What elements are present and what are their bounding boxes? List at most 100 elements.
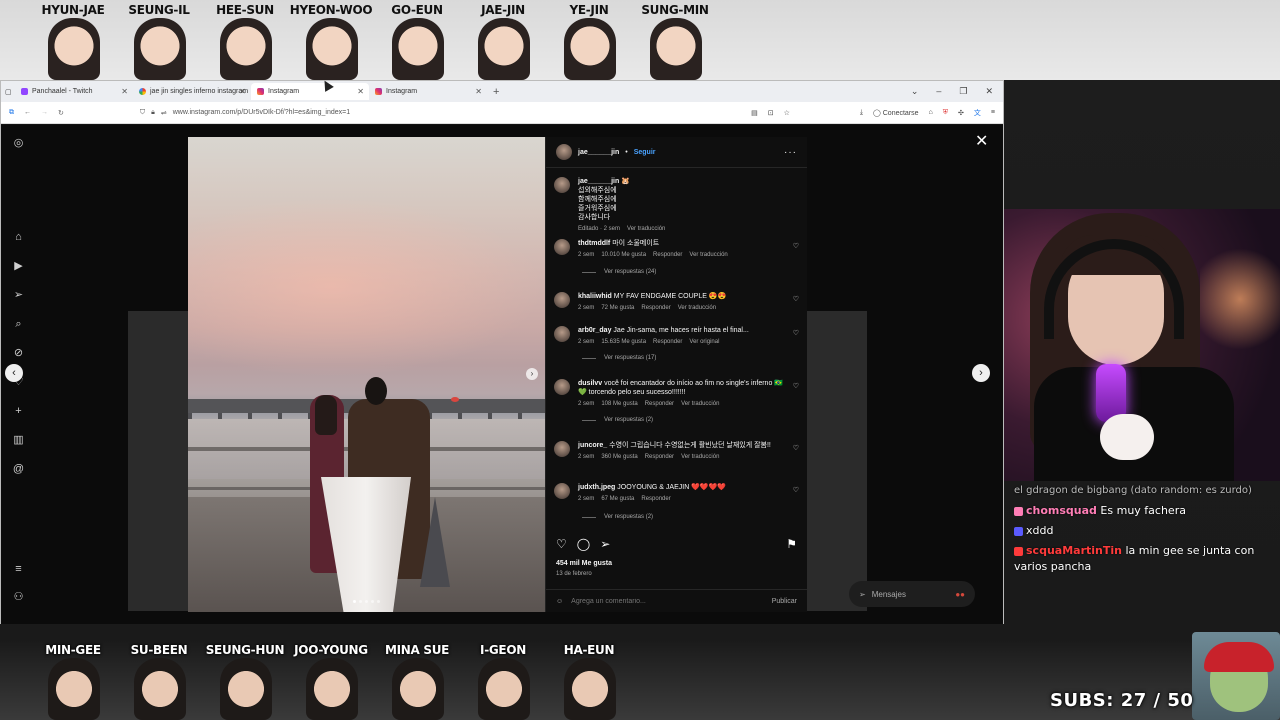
minimize-button[interactable]: –	[936, 86, 941, 97]
tab-twitch[interactable]: Panchaalel - Twitch ✕	[15, 83, 133, 100]
shield-icon[interactable]: ⛉	[140, 109, 145, 117]
comment-username[interactable]: dusilvv	[578, 380, 602, 387]
extensions-icon[interactable]: ⌂	[929, 109, 933, 116]
create-icon[interactable]: +	[12, 405, 25, 418]
share-icon[interactable]: ➢	[600, 537, 610, 551]
direct-icon[interactable]: ➢	[12, 289, 25, 302]
translate-link[interactable]: Ver original	[689, 338, 719, 347]
comments-list[interactable]: jae______jin 🐹 섭외해주심에 함께해주심에 즐거워주심에 감사합니…	[546, 173, 807, 525]
chevron-down-icon[interactable]: ⌄	[911, 86, 919, 97]
reels-icon[interactable]: ▶	[12, 260, 25, 273]
download-icon[interactable]: ⤓	[860, 109, 863, 117]
url-field[interactable]: ⛉ 🔒︎ ⇌ www.instagram.com/p/DUr5vDIk-Df/?…	[134, 105, 734, 120]
follow-button[interactable]: Seguir	[634, 149, 656, 156]
more-menu-icon[interactable]: ≡	[12, 563, 25, 576]
avatar[interactable]	[554, 441, 570, 457]
restore-button[interactable]: ❐	[959, 86, 967, 97]
emoji-icon[interactable]: ☺	[556, 598, 563, 605]
comment-likes[interactable]: 72 Me gusta	[601, 304, 634, 313]
reply-link[interactable]: Responder	[645, 453, 674, 462]
tab-instagram[interactable]: Instagram ✕	[369, 83, 487, 100]
menu-icon[interactable]: ≡	[991, 109, 995, 116]
site-info-icon[interactable]: ⇌	[161, 109, 167, 117]
reader-icon[interactable]: ▤	[751, 109, 758, 117]
screenshot-icon[interactable]: ⊡	[768, 109, 774, 117]
chat-username[interactable]: scquaMartinTin	[1026, 544, 1122, 557]
comment-like-icon[interactable]: ♡	[793, 329, 799, 347]
view-replies-link[interactable]: Ver respuestas (17)	[582, 355, 656, 361]
comment-like-icon[interactable]: ♡	[793, 242, 799, 260]
avatar[interactable]	[554, 239, 570, 255]
sidebar-toggle-icon[interactable]: ▢	[5, 88, 15, 96]
next-post-button[interactable]: ›	[972, 364, 990, 382]
more-options-icon[interactable]: ···	[784, 147, 797, 158]
post-photo[interactable]: ›	[188, 137, 545, 612]
search-icon[interactable]: ⌕	[12, 318, 25, 331]
reload-icon[interactable]: ↻	[58, 109, 64, 117]
instagram-logo-icon[interactable]: ◎	[12, 137, 25, 150]
chat-username[interactable]: chomsquad	[1026, 504, 1097, 517]
comment-like-icon[interactable]: ♡	[793, 444, 799, 462]
reply-link[interactable]: Responder	[641, 495, 670, 504]
translate-link[interactable]: Ver traducción	[678, 304, 716, 313]
close-tab-icon[interactable]: ✕	[475, 87, 482, 96]
puzzle-icon[interactable]: ✣	[958, 109, 964, 117]
reply-link[interactable]: Responder	[653, 338, 682, 347]
new-tab-button[interactable]: +	[493, 86, 499, 98]
comment-icon[interactable]: ◯	[577, 537, 590, 551]
next-photo-button[interactable]: ›	[526, 368, 538, 380]
comment-likes[interactable]: 10.010 Me gusta	[601, 251, 646, 260]
translate-link[interactable]: Ver traducción	[689, 251, 727, 260]
tab-google-search[interactable]: jae jin singles inferno instagram ✕	[133, 83, 251, 100]
like-icon[interactable]: ♡	[556, 537, 567, 551]
account-button[interactable]: ◯ Conectarse	[873, 109, 919, 117]
comment-likes[interactable]: 67 Me gusta	[601, 495, 634, 504]
comment-likes[interactable]: 360 Me gusta	[601, 453, 637, 462]
threads-icon[interactable]: @	[12, 463, 25, 476]
translate-icon[interactable]: 文	[974, 108, 981, 118]
tab-instagram-active[interactable]: Instagram ✕	[251, 83, 369, 100]
reply-link[interactable]: Responder	[653, 251, 682, 260]
tab-actions-icon[interactable]: ⧉	[9, 109, 14, 117]
comment-username[interactable]: khaliiwhid	[578, 293, 612, 300]
comment-likes[interactable]: 15.635 Me gusta	[601, 338, 646, 347]
avatar[interactable]	[554, 326, 570, 342]
close-tab-icon[interactable]: ✕	[357, 87, 364, 96]
dashboard-icon[interactable]: ▥	[12, 434, 25, 447]
close-tab-icon[interactable]: ✕	[239, 87, 246, 96]
vpn-icon[interactable]: ⛨	[943, 109, 948, 117]
comment-username[interactable]: thdtmddlf	[578, 240, 610, 247]
bookmark-star-icon[interactable]: ☆	[784, 109, 790, 117]
lock-icon[interactable]: 🔒︎	[151, 109, 155, 117]
messages-button[interactable]: ➢ Mensajes ●●	[849, 581, 975, 607]
avatar[interactable]	[554, 379, 570, 395]
explore-icon[interactable]: ⊘	[12, 347, 25, 360]
forward-icon[interactable]: →	[41, 109, 48, 116]
comment-likes[interactable]: 108 Me gusta	[601, 400, 637, 409]
comment-like-icon[interactable]: ♡	[793, 486, 799, 504]
avatar[interactable]	[554, 292, 570, 308]
view-replies-link[interactable]: Ver respuestas (2)	[582, 514, 653, 520]
home-icon[interactable]: ⌂	[12, 231, 25, 244]
likes-count[interactable]: 454 mil Me gusta	[556, 560, 612, 567]
view-replies-link[interactable]: Ver respuestas (24)	[582, 269, 656, 275]
comment-username[interactable]: judxth.jpeg	[578, 484, 615, 491]
reply-link[interactable]: Responder	[645, 400, 674, 409]
post-username[interactable]: jae______jin	[578, 149, 619, 156]
translate-link[interactable]: Ver traducción	[627, 225, 665, 234]
translate-link[interactable]: Ver traducción	[681, 453, 719, 462]
apps-icon[interactable]: ⚇	[12, 591, 25, 604]
previous-post-button[interactable]: ‹	[5, 364, 23, 382]
comment-input[interactable]	[571, 597, 742, 605]
close-tab-icon[interactable]: ✕	[121, 87, 128, 96]
save-icon[interactable]: ⚑	[786, 537, 797, 551]
comment-username[interactable]: arb0r_day	[578, 327, 611, 334]
publish-button[interactable]: Publicar	[772, 598, 797, 605]
comment-username[interactable]: juncore_	[578, 442, 607, 449]
reply-link[interactable]: Responder	[641, 304, 670, 313]
avatar[interactable]	[554, 177, 570, 193]
close-modal-button[interactable]: ✕	[975, 131, 988, 151]
comment-like-icon[interactable]: ♡	[793, 295, 799, 313]
view-replies-link[interactable]: Ver respuestas (2)	[582, 417, 653, 423]
avatar[interactable]	[554, 483, 570, 499]
